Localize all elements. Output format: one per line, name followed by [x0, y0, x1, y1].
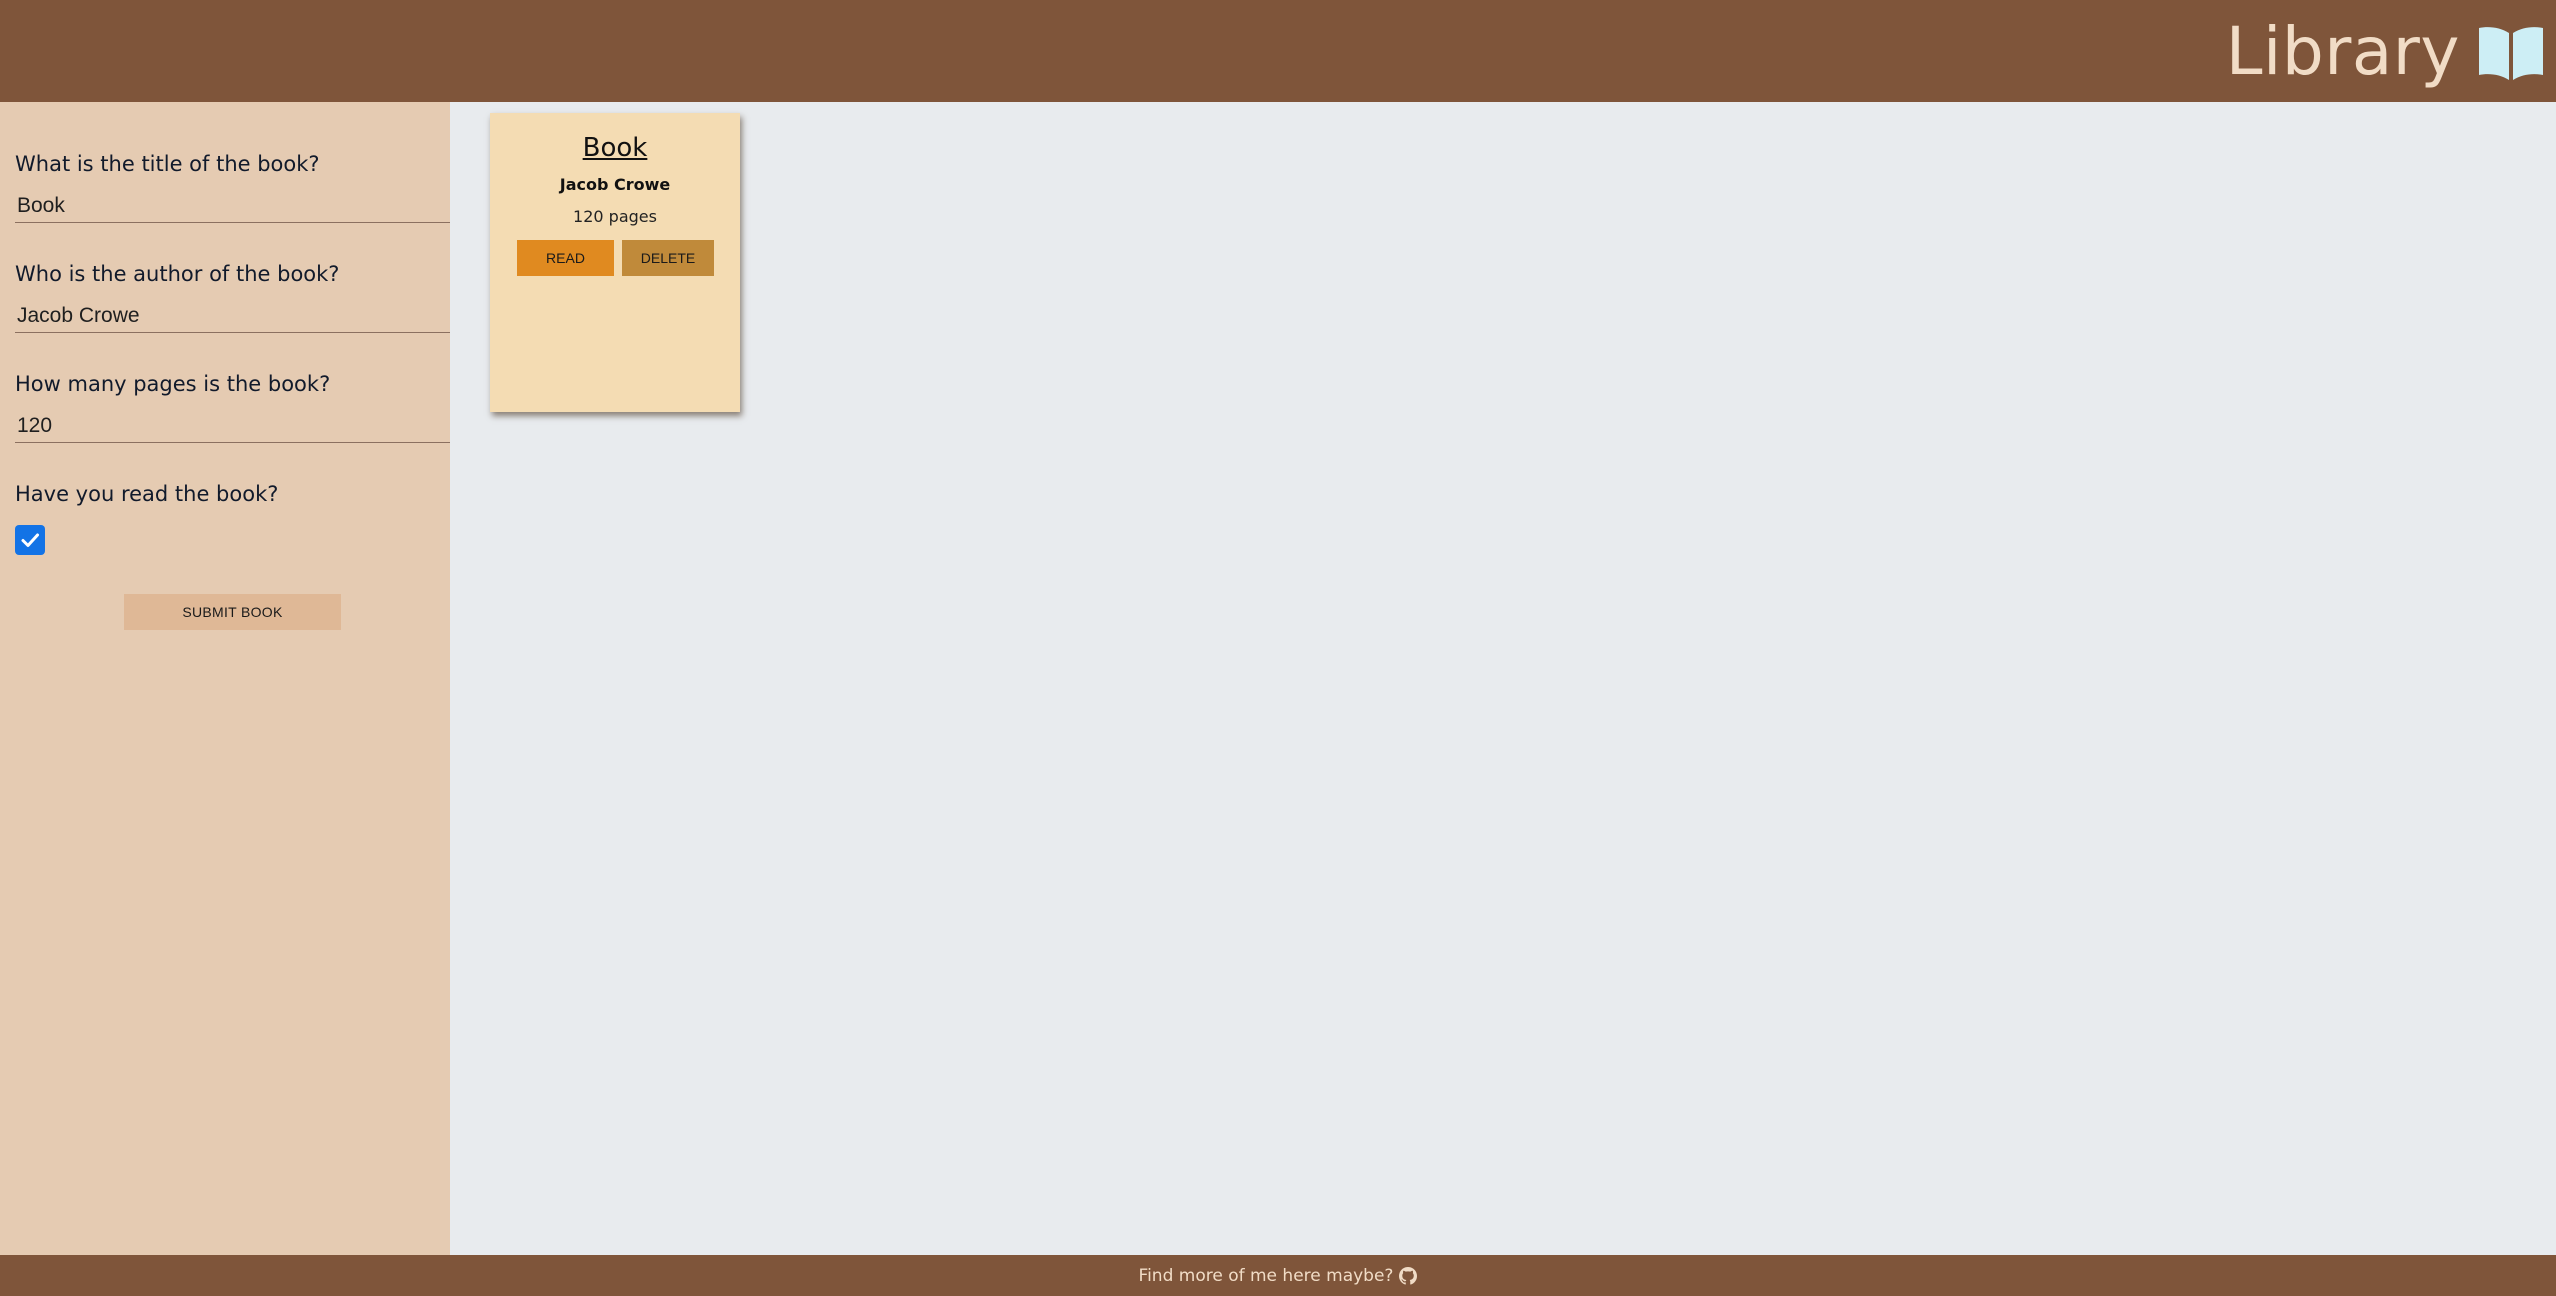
- open-book-icon: [2479, 27, 2543, 80]
- read-checkbox[interactable]: [15, 525, 45, 555]
- read-label: Have you read the book?: [15, 482, 279, 506]
- author-input[interactable]: [15, 299, 450, 333]
- book-title: Book: [582, 133, 648, 163]
- delete-book-button[interactable]: DELETE: [622, 240, 714, 276]
- brand: Library: [2226, 12, 2546, 92]
- pages-label: How many pages is the book?: [15, 372, 331, 396]
- github-icon[interactable]: [1399, 1266, 1418, 1285]
- add-book-form: What is the title of the book? Who is th…: [0, 102, 450, 1255]
- footer-bar: Find more of me here maybe?: [0, 1255, 2556, 1296]
- book-pages: 120 pages: [573, 207, 657, 226]
- checkmark-icon: [21, 533, 39, 547]
- app-title: Library: [2225, 13, 2460, 90]
- book-author: Jacob Crowe: [559, 175, 671, 194]
- author-label: Who is the author of the book?: [15, 262, 340, 286]
- title-label: What is the title of the book?: [15, 152, 320, 176]
- pages-input[interactable]: [15, 409, 450, 443]
- book-card: Book Jacob Crowe 120 pages READ DELETE: [490, 113, 740, 412]
- header-bar: Library: [0, 0, 2556, 102]
- footer-text: Find more of me here maybe?: [1138, 1265, 1394, 1286]
- title-input[interactable]: [15, 189, 450, 223]
- read-toggle-button[interactable]: READ: [517, 240, 614, 276]
- submit-book-button[interactable]: SUBMIT BOOK: [124, 594, 341, 630]
